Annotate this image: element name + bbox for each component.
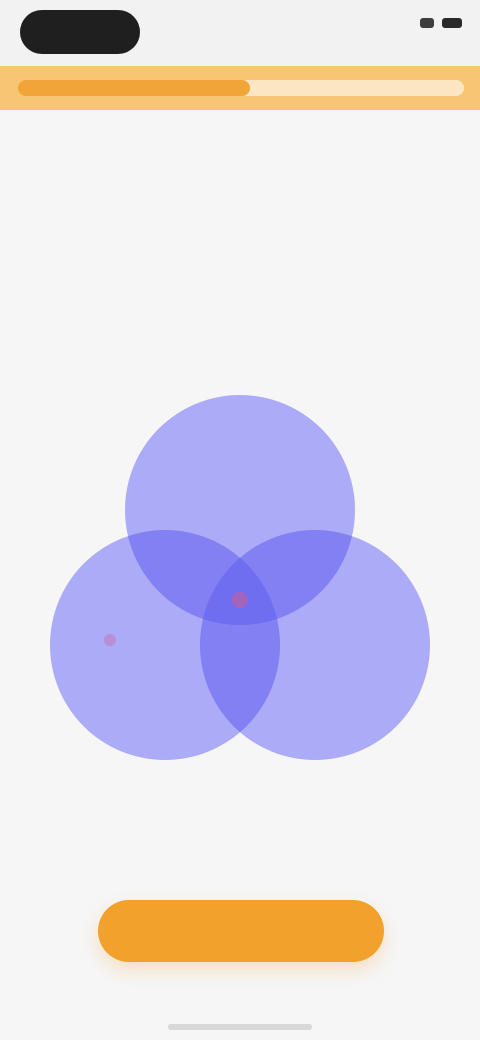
progress-track — [18, 80, 464, 96]
left-dot — [104, 634, 116, 646]
progress-fill — [18, 80, 250, 96]
venn-diagram — [40, 360, 440, 790]
top-bar — [0, 0, 480, 66]
signal-icon — [420, 18, 434, 28]
back-button[interactable] — [20, 10, 140, 54]
home-indicator — [168, 1024, 312, 1030]
status-bar — [412, 18, 462, 28]
venn-svg — [50, 395, 430, 760]
onboarding-screen — [0, 0, 480, 1040]
battery-icon — [442, 18, 462, 28]
progress-section — [0, 66, 480, 110]
primary-button[interactable] — [98, 900, 384, 962]
center-dot — [232, 592, 248, 608]
